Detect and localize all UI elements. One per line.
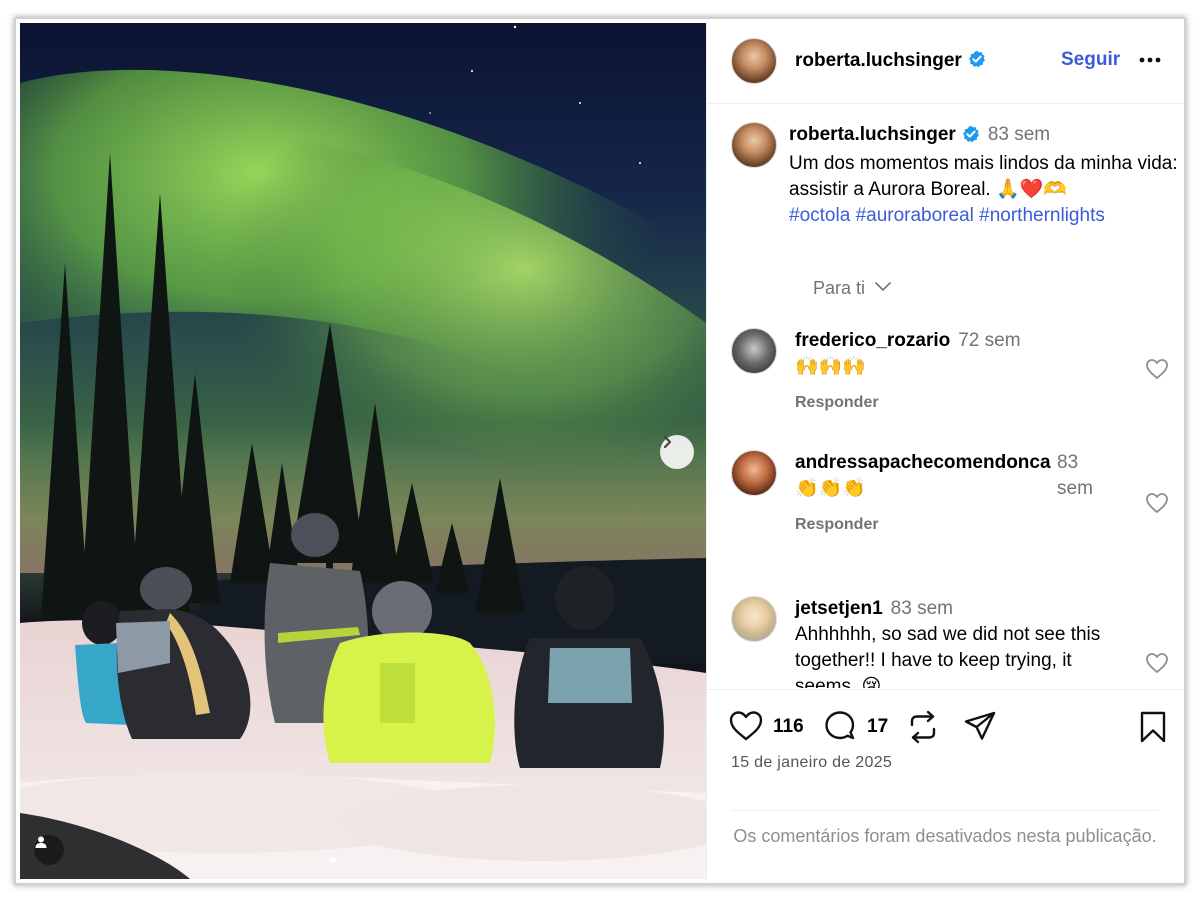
bookmark-icon: [1140, 711, 1166, 743]
comment-time[interactable]: 83 sem: [891, 598, 953, 619]
like-comment-button[interactable]: [1145, 492, 1169, 519]
comment-button[interactable]: [823, 710, 857, 749]
repost-button[interactable]: [907, 710, 939, 749]
reply-button[interactable]: Responder: [795, 390, 1115, 416]
heart-icon: [729, 711, 763, 741]
post-photo[interactable]: [20, 23, 706, 879]
verified-badge-icon: [968, 50, 986, 73]
caption-time[interactable]: 83 sem: [988, 124, 1050, 145]
like-comment-button[interactable]: [1145, 358, 1169, 385]
aurora-photo-illustration: [20, 25, 706, 879]
avatar[interactable]: [731, 38, 777, 84]
tagged-users-button[interactable]: [34, 835, 64, 865]
comment-time[interactable]: 72 sem: [958, 330, 1020, 351]
repost-icon: [910, 710, 936, 744]
comment-text: Ahhhhhh, so sad we did not see this toge…: [795, 624, 1101, 688]
verified-badge-icon: [962, 125, 980, 151]
avatar[interactable]: [731, 450, 777, 496]
caption-text: Um dos momentos mais lindos da minha vid…: [789, 153, 1178, 200]
avatar[interactable]: [731, 122, 777, 168]
comment-text: 🙌🙌🙌: [795, 356, 866, 377]
heart-icon: [1146, 653, 1168, 673]
avatar[interactable]: [731, 596, 777, 642]
comment-username[interactable]: andressapachecomendonca: [795, 452, 1051, 473]
hashtag-link[interactable]: #auroraboreal: [856, 205, 974, 226]
more-options-button[interactable]: [1137, 47, 1163, 78]
translate-label: Para ti: [813, 278, 866, 298]
heart-icon: [1146, 359, 1168, 379]
like-comment-button[interactable]: [1145, 652, 1169, 679]
share-button[interactable]: [963, 710, 997, 749]
author-username[interactable]: roberta.luchsinger: [795, 50, 962, 72]
avatar[interactable]: [731, 328, 777, 374]
likes-count[interactable]: 116: [773, 716, 804, 738]
more-horizontal-icon: [1139, 57, 1161, 63]
heart-icon: [1146, 493, 1168, 513]
save-button[interactable]: [1139, 710, 1167, 749]
comment-username[interactable]: frederico_rozario: [795, 330, 950, 351]
chevron-right-icon: [663, 435, 672, 449]
comments-count[interactable]: 17: [867, 716, 888, 738]
comment-time[interactable]: 83 sem: [1057, 450, 1101, 502]
comment-body: frederico_rozario 72 sem 🙌🙌🙌 Responder: [795, 328, 1115, 416]
send-icon: [964, 711, 996, 740]
hashtag-link[interactable]: #octola: [789, 205, 850, 226]
hashtag-link[interactable]: #northernlights: [979, 205, 1105, 226]
comments-section: roberta.luchsinger 83 sem Um dos momentos…: [707, 104, 1184, 688]
post-date[interactable]: 15 de janeiro de 2025: [731, 754, 892, 772]
follow-button[interactable]: Seguir: [1061, 49, 1120, 71]
comment-username[interactable]: jetsetjen1: [795, 598, 883, 619]
comments-disabled-notice: Os comentários foram desativados nesta p…: [731, 810, 1159, 849]
user-icon: [35, 836, 47, 848]
comment-body: andressapachecomendonca 👏👏👏 Responder: [795, 450, 1067, 538]
comment-body: jetsetjen1 83 sem Ahhhhhh, so sad we did …: [795, 596, 1135, 688]
carousel-dot-indicator: [330, 857, 336, 863]
like-button[interactable]: [729, 710, 763, 747]
post-header: roberta.luchsinger Seguir: [707, 19, 1184, 104]
post-window: roberta.luchsinger Seguir roberta.luchsi…: [14, 17, 1186, 885]
comment-icon: [825, 711, 855, 740]
chevron-down-icon: [875, 282, 891, 291]
reply-button[interactable]: Responder: [795, 512, 1067, 538]
post-actions-bar: 116 17 15 de janeiro de 2025 Os comentár…: [707, 689, 1184, 883]
comment-text: 👏👏👏: [795, 478, 866, 499]
caption-text-block: roberta.luchsinger 83 sem Um dos momentos…: [789, 122, 1179, 229]
caption-username[interactable]: roberta.luchsinger: [789, 124, 956, 145]
post-details-panel: roberta.luchsinger Seguir roberta.luchsi…: [706, 19, 1184, 883]
next-photo-button[interactable]: [660, 435, 694, 469]
comments-disabled-text: Os comentários foram desativados nesta p…: [733, 826, 1157, 846]
see-translation-link[interactable]: Para ti: [813, 278, 892, 299]
